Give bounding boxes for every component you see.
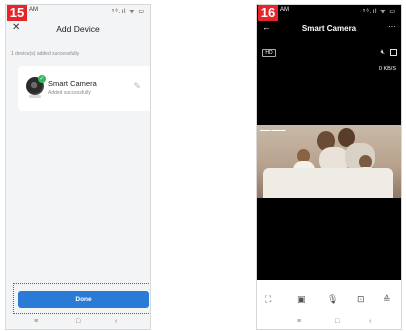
pencil-icon[interactable]: ✎: [133, 81, 141, 92]
status-time: AM: [29, 7, 38, 13]
more-icon[interactable]: ···: [388, 22, 396, 31]
feed-timestamp: ▬▬▬ ▬▬▬▬: [260, 128, 286, 132]
page-title: Add Device: [56, 24, 100, 34]
quality-button[interactable]: HD: [262, 49, 276, 57]
menu-nav-button[interactable]: ≡: [297, 318, 301, 325]
add-device-screen: 15 AM ⁵⁶.ıl ᯤ ▭ ✕ Add Device 1 device(s)…: [5, 4, 151, 330]
tutorial-canvas: 15 AM ⁵⁶.ıl ᯤ ▭ ✕ Add Device 1 device(s)…: [0, 0, 406, 331]
microphone-icon[interactable]: 🎙︎: [327, 294, 338, 305]
device-status: Added successfully: [48, 90, 91, 96]
expand-up-icon[interactable]: ≙: [383, 294, 391, 305]
check-icon: ✓: [38, 75, 46, 83]
smart-camera-screen: 16 AM ⁵⁶.ıl ᯤ ▭ ← Smart Camera ··· HD 🔇︎…: [256, 4, 402, 330]
status-time: AM: [280, 7, 289, 13]
top-bar: 16 AM ⁵⁶.ıl ᯤ ▭ ← Smart Camera ···: [257, 5, 401, 38]
home-nav-button[interactable]: □: [76, 318, 80, 325]
header: ✕ Add Device: [6, 19, 150, 39]
video-panel[interactable]: HD 🔇︎ 0 KB/S ▬▬▬ ▬▬▬▬: [257, 38, 401, 280]
page-title: Smart Camera: [301, 24, 357, 33]
camera-stand-icon: [29, 95, 41, 98]
done-button[interactable]: Done: [18, 291, 149, 308]
sd-card-icon[interactable]: [390, 49, 397, 56]
sofa: [263, 168, 393, 198]
status-bar: 15 AM ⁵⁶.ıl ᯤ ▭: [6, 5, 150, 21]
screenshot-icon[interactable]: ▣: [297, 294, 306, 305]
fullscreen-icon[interactable]: ⛶: [265, 294, 271, 305]
back-nav-button[interactable]: ‹: [115, 318, 117, 325]
record-icon[interactable]: ⊡: [357, 294, 365, 305]
control-bar: ⛶ ▣ 🎙︎ ⊡ ≙: [257, 293, 401, 309]
camera-feed: ▬▬▬ ▬▬▬▬: [257, 125, 401, 198]
system-nav-bar: ≡ □ ‹: [6, 315, 150, 329]
status-icons: ⁵⁶.ıl ᯤ ▭: [362, 9, 396, 15]
menu-nav-button[interactable]: ≡: [34, 318, 38, 325]
status-icons: ⁵⁶.ıl ᯤ ▭: [111, 9, 145, 15]
bitrate-readout: 0 KB/S: [378, 66, 396, 72]
mute-icon[interactable]: 🔇︎: [381, 49, 385, 57]
system-nav-bar: ≡ □ ‹: [257, 315, 401, 329]
home-nav-button[interactable]: □: [335, 318, 339, 325]
step-badge: 16: [258, 5, 278, 21]
device-name: Smart Camera: [48, 79, 97, 88]
back-nav-button[interactable]: ‹: [369, 318, 371, 325]
added-count-text: 1 device(s) added successfully: [11, 51, 80, 57]
device-card[interactable]: ✓ Smart Camera Added successfully ✎: [18, 66, 150, 111]
